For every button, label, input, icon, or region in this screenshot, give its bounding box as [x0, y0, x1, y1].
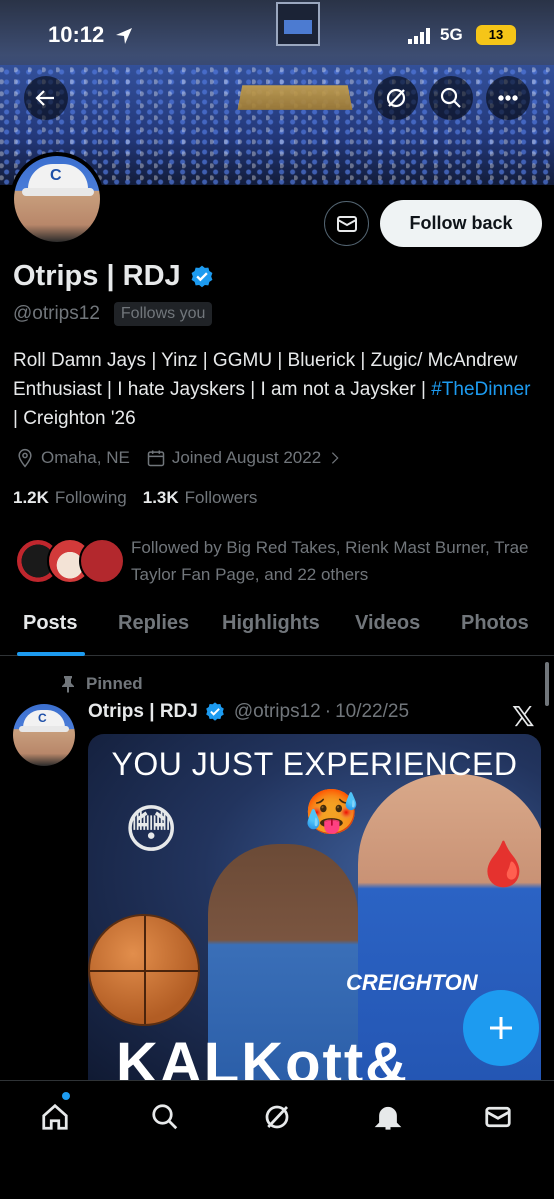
profile-tabs: Posts Replies Highlights Videos Photos [0, 600, 554, 656]
profile-bio: Roll Damn Jays | Yinz | GGMU | Bluerick … [13, 346, 533, 433]
back-button[interactable] [24, 76, 68, 120]
verified-badge-icon[interactable] [189, 264, 215, 290]
nav-home[interactable] [33, 1095, 77, 1139]
followers-count: 1.3K [142, 488, 179, 507]
compose-post-button[interactable] [463, 990, 539, 1066]
location-item: Omaha, NE [15, 448, 130, 468]
grok-icon [265, 1105, 289, 1129]
joined-item[interactable]: Joined August 2022 [146, 448, 349, 468]
pin-icon [62, 676, 74, 693]
arrow-left-icon [35, 90, 54, 106]
media-caption: YOU JUST EXPERIENCED [111, 746, 518, 782]
follow-back-button[interactable]: Follow back [380, 200, 542, 247]
scrollbar[interactable] [545, 662, 549, 706]
profile-stats: 1.2K Following 1.3K Followers [13, 488, 273, 508]
pinned-label: Pinned [60, 674, 143, 694]
flushed-emoji-icon: 😳 [124, 801, 179, 859]
avatar-cap-brim [22, 188, 94, 196]
mutual-avatar [79, 538, 125, 584]
location-text: Omaha, NE [41, 448, 130, 467]
profile-meta: Omaha, NE Joined August 2022 [15, 448, 365, 468]
post-date: 10/22/25 [335, 701, 410, 722]
post-author-handle: @otrips12 [233, 701, 321, 722]
home-icon [42, 1103, 68, 1130]
nav-notifications[interactable] [366, 1095, 410, 1139]
location-arrow-icon [116, 28, 132, 44]
handle-row: @otrips12 Follows you [13, 302, 213, 326]
more-icon [498, 95, 518, 101]
home-notification-dot [62, 1092, 70, 1100]
followed-by-text: Followed by Big Red Takes, Rienk Mast Bu… [131, 538, 529, 584]
media-basketball [88, 914, 200, 1026]
bio-text-end: | Creighton '26 [13, 408, 136, 429]
mutual-followers[interactable]: Followed by Big Red Takes, Rienk Mast Bu… [15, 534, 545, 590]
media-jersey-text: CREIGHTON [346, 970, 478, 995]
status-time: 10:12 [48, 22, 105, 47]
chevron-right-icon [332, 452, 339, 464]
notifications-icon [374, 1106, 402, 1130]
followers-stat[interactable]: 1.3K Followers [143, 488, 258, 508]
nav-messages[interactable] [476, 1095, 520, 1139]
post-author-name[interactable]: Otrips | RDJ [88, 701, 198, 723]
follows-you-badge: Follows you [113, 302, 213, 326]
tab-replies[interactable]: Replies [118, 612, 189, 635]
message-button[interactable] [324, 201, 369, 246]
plus-icon [490, 1017, 512, 1039]
search-icon [440, 87, 461, 108]
display-name: Otrips | RDJ [13, 260, 181, 292]
x-logo-icon: 𝕏 [512, 701, 535, 732]
calendar-icon [147, 450, 165, 467]
post-author-avatar[interactable] [13, 704, 75, 766]
avatar-image [14, 156, 100, 242]
post-separator: · [324, 701, 332, 722]
signal-icon [408, 28, 430, 44]
bottom-navigation [0, 1080, 554, 1199]
profile-name-row: Otrips | RDJ [13, 260, 215, 293]
messages-icon [485, 1106, 511, 1128]
grok-icon [386, 88, 406, 108]
verified-badge-icon [206, 702, 224, 721]
following-stat[interactable]: 1.2K Following [13, 488, 127, 508]
status-bar: 10:12 5G 13 [0, 20, 554, 54]
mail-icon [336, 215, 357, 232]
post-header: Otrips | RDJ @otrips12 · 10/22/25 [88, 701, 409, 723]
nav-grok[interactable] [255, 1095, 299, 1139]
drop-of-blood-emoji-icon: 🩸 [476, 840, 531, 889]
network-label: 5G [440, 25, 463, 44]
followers-label: Followers [184, 488, 258, 507]
joined-text: Joined August 2022 [171, 448, 322, 467]
search-button[interactable] [429, 76, 473, 120]
tab-highlights[interactable]: Highlights [222, 612, 320, 635]
avatar-cap-brim [19, 726, 69, 732]
profile-handle: @otrips12 [13, 303, 100, 324]
search-icon [152, 1104, 178, 1130]
pinned-text: Pinned [86, 674, 143, 693]
banner-court [237, 85, 353, 110]
location-pin-icon [18, 448, 32, 468]
tab-posts[interactable]: Posts [23, 612, 77, 635]
more-button[interactable] [486, 76, 530, 120]
profile-avatar[interactable] [10, 152, 104, 246]
battery-level: 13 [476, 25, 516, 45]
active-tab-indicator [17, 652, 85, 656]
grok-button[interactable] [374, 76, 418, 120]
following-label: Following [54, 488, 127, 507]
following-count: 1.2K [13, 488, 49, 507]
nav-search[interactable] [143, 1095, 187, 1139]
tab-photos[interactable]: Photos [461, 612, 529, 635]
hot-face-emoji-icon: 🥵 [304, 788, 359, 837]
tab-videos[interactable]: Videos [355, 612, 420, 635]
bio-hashtag-link[interactable]: #TheDinner [431, 379, 530, 400]
